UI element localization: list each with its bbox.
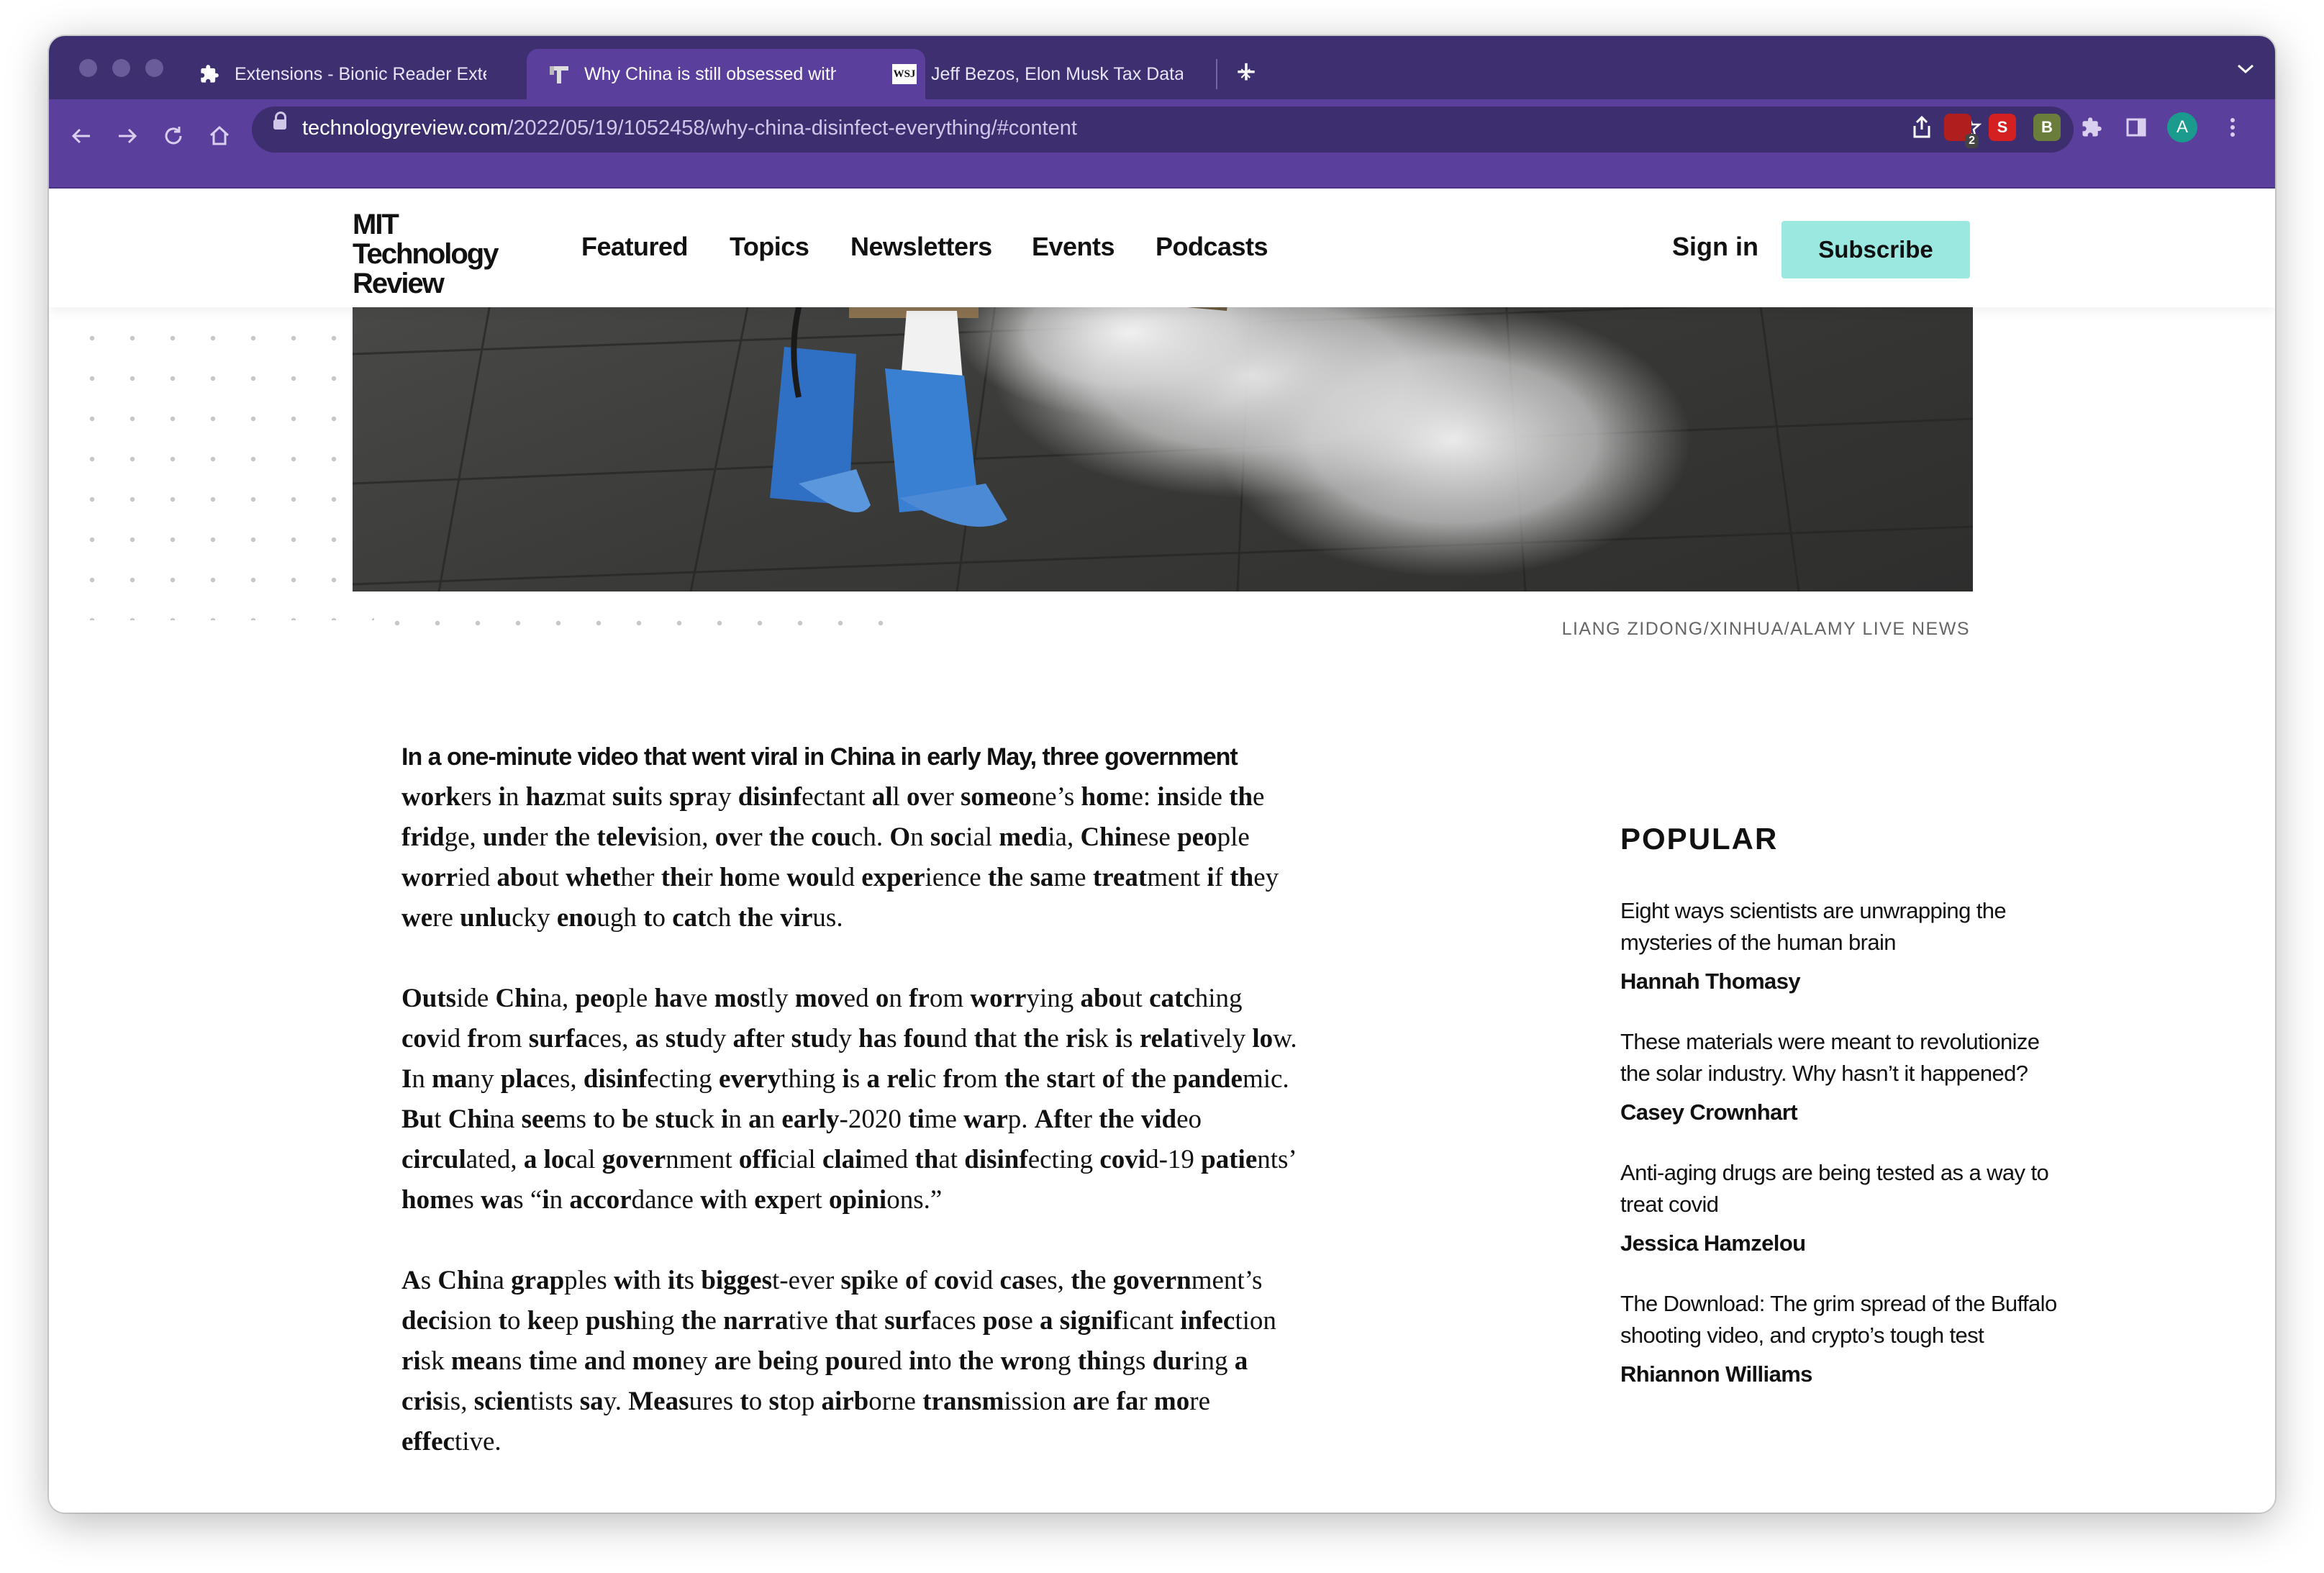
decorative-dot-grid: [377, 603, 909, 646]
tab-separator: [1216, 59, 1217, 89]
popular-item-title[interactable]: These materials were meant to revolution…: [1620, 1026, 2066, 1089]
nav-podcasts[interactable]: Podcasts: [1156, 232, 1268, 262]
popular-heading: POPULAR: [1620, 822, 1779, 856]
tab-strip: Extensions - Bionic Reader Extension × W…: [49, 36, 2275, 99]
popular-item[interactable]: Eight ways scientists are unwrapping the…: [1620, 895, 2066, 994]
article-lead: In a one-minute video that went viral in…: [401, 743, 1238, 771]
decorative-dot-grid: [72, 318, 374, 620]
tab-extensions[interactable]: Extensions - Bionic Reader Extension ×: [177, 49, 580, 99]
tab-title: Jeff Bezos, Elon Musk Tax Data: [931, 63, 1183, 84]
maximize-window-button[interactable]: [145, 59, 163, 77]
nav-newsletters[interactable]: Newsletters: [850, 232, 992, 262]
share-icon[interactable]: [1911, 115, 1933, 146]
popular-item-title[interactable]: Anti-aging drugs are being tested as a w…: [1620, 1157, 2066, 1220]
side-panel-icon[interactable]: [2123, 114, 2150, 141]
wsj-favicon: WSJ: [892, 64, 917, 84]
puzzle-icon: [199, 63, 220, 85]
popular-sidebar: POPULAR Eight ways scientists are unwrap…: [1620, 822, 2066, 1419]
home-icon[interactable]: [201, 118, 237, 154]
new-tab-button[interactable]: +: [1236, 53, 1256, 92]
popular-item-title[interactable]: The Download: The grim spread of the Buf…: [1620, 1288, 2066, 1351]
minimize-window-button[interactable]: [112, 59, 130, 77]
popular-item[interactable]: The Download: The grim spread of the Buf…: [1620, 1288, 2066, 1387]
lock-icon[interactable]: [273, 112, 286, 130]
mit-technology-review-logo[interactable]: MIT Technology Review: [353, 210, 518, 299]
popular-item-author[interactable]: Jessica Hamzelou: [1620, 1230, 2066, 1256]
popular-item-title[interactable]: Eight ways scientists are unwrapping the…: [1620, 895, 2066, 958]
site-header: MIT Technology Review Featured Topics Ne…: [49, 189, 2275, 307]
reload-icon[interactable]: [155, 118, 191, 154]
subscribe-button[interactable]: Subscribe: [1781, 221, 1970, 278]
tab-title: Why China is still obsessed with disinfe…: [584, 63, 836, 84]
b-extension-icon[interactable]: B: [2033, 114, 2061, 141]
article-body: In a one-minute video that went viral in…: [401, 737, 1301, 1502]
popular-item-author[interactable]: Hannah Thomasy: [1620, 969, 2066, 994]
tab-title: Extensions - Bionic Reader Extension: [235, 63, 486, 84]
browser-toolbar: technologyreview.com/2022/05/19/1052458/…: [49, 99, 2275, 189]
kebab-menu-icon[interactable]: [2219, 114, 2246, 141]
popular-item[interactable]: These materials were meant to revolution…: [1620, 1026, 2066, 1125]
photo-credit: LIANG ZIDONG/XINHUA/ALAMY LIVE NEWS: [1561, 619, 1970, 639]
address-bar[interactable]: technologyreview.com/2022/05/19/1052458/…: [252, 106, 2074, 153]
popular-item-author[interactable]: Rhiannon Williams: [1620, 1361, 2066, 1387]
nav-featured[interactable]: Featured: [581, 232, 689, 262]
mit-tr-favicon: [548, 63, 570, 85]
article-paragraph-1: workers in hazmat suits spray disinfecta…: [401, 782, 1279, 933]
forward-arrow-icon[interactable]: [109, 118, 145, 154]
tab-search-chevron-icon[interactable]: [2236, 58, 2255, 80]
close-window-button[interactable]: [79, 59, 97, 77]
extensions-puzzle-icon[interactable]: [2078, 114, 2105, 141]
tab-wsj[interactable]: WSJ Jeff Bezos, Elon Musk Tax Data ×: [871, 49, 1268, 99]
sign-in-link[interactable]: Sign in: [1672, 232, 1758, 262]
browser-window: Extensions - Bionic Reader Extension × W…: [49, 36, 2275, 1513]
article-paragraph-3: As China grapples with its biggest-ever …: [401, 1266, 1276, 1456]
back-arrow-icon[interactable]: [63, 118, 99, 154]
hero-image: [353, 268, 1973, 591]
tab-article[interactable]: Why China is still obsessed with disinfe…: [527, 49, 925, 99]
extension-badge: 2: [1965, 134, 1979, 148]
popular-item[interactable]: Anti-aging drugs are being tested as a w…: [1620, 1157, 2066, 1256]
s-extension-icon[interactable]: S: [1989, 114, 2016, 141]
ublock-extension-icon[interactable]: 2: [1944, 114, 1979, 148]
profile-avatar[interactable]: A: [2167, 112, 2197, 142]
popular-item-author[interactable]: Casey Crownhart: [1620, 1100, 2066, 1125]
article-paragraph-2: Outside China, people have mostly moved …: [401, 984, 1297, 1215]
page-viewport: MIT Technology Review Featured Topics Ne…: [49, 189, 2275, 1513]
url-text[interactable]: technologyreview.com/2022/05/19/1052458/…: [302, 117, 1077, 140]
nav-events[interactable]: Events: [1032, 232, 1115, 262]
nav-topics[interactable]: Topics: [730, 232, 809, 262]
